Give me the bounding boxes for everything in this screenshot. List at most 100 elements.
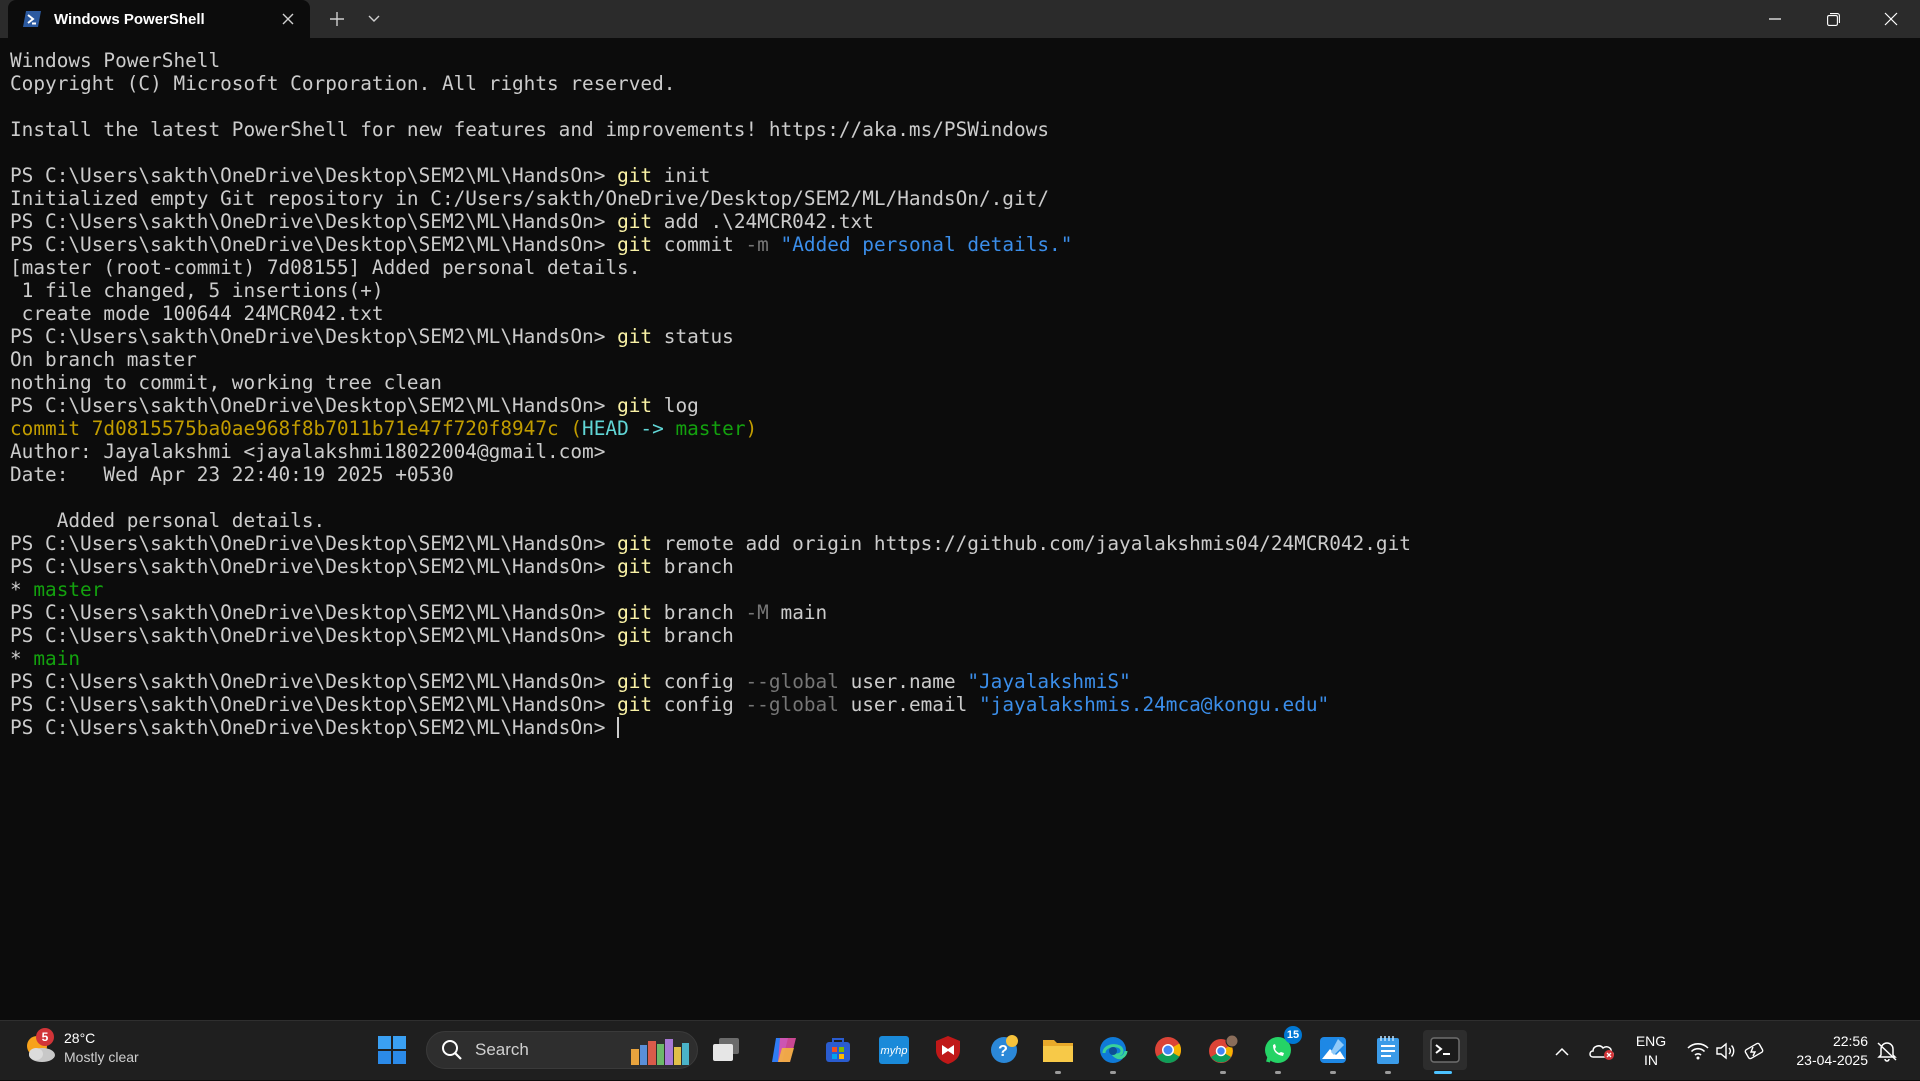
battery-charging-icon[interactable] bbox=[1740, 1021, 1768, 1081]
terminal-text-segment: PS C:\Users\sakth\OneDrive\Desktop\SEM2\… bbox=[10, 394, 618, 417]
terminal-text-segment: commit 7d0815575ba0ae968f8b7011b71e47f72… bbox=[10, 417, 583, 440]
terminal-text-segment: Copyright (C) Microsoft Corporation. All… bbox=[10, 72, 676, 95]
active-indicator bbox=[1434, 1071, 1452, 1074]
terminal-icon[interactable] bbox=[1423, 1030, 1467, 1074]
terminal-line: * main bbox=[10, 647, 1411, 670]
terminal-text-segment: user.email bbox=[838, 693, 979, 716]
running-indicator bbox=[1385, 1071, 1391, 1074]
tab-windows-powershell[interactable]: Windows PowerShell bbox=[8, 0, 310, 38]
chevron-down-icon[interactable] bbox=[356, 0, 392, 38]
help-icon[interactable]: ? bbox=[984, 1030, 1024, 1070]
terminal-text-segment: Added personal details. bbox=[10, 509, 326, 532]
terminal-text-segment: nothing to commit, working tree clean bbox=[10, 371, 442, 394]
terminal-line: nothing to commit, working tree clean bbox=[10, 371, 1411, 394]
terminal-text-segment: git bbox=[617, 532, 653, 555]
mcafee-icon[interactable] bbox=[928, 1030, 968, 1070]
terminal-text-segment: git bbox=[617, 693, 653, 716]
edge-icon[interactable] bbox=[1093, 1030, 1133, 1074]
language-indicator[interactable]: ENG IN bbox=[1628, 1021, 1674, 1081]
terminal-text-segment: PS C:\Users\sakth\OneDrive\Desktop\SEM2\… bbox=[10, 693, 618, 716]
terminal-text-segment: branch bbox=[652, 555, 734, 578]
store-icon[interactable] bbox=[818, 1030, 858, 1070]
terminal-line: Install the latest PowerShell for new fe… bbox=[10, 118, 1411, 141]
photos-icon[interactable] bbox=[1313, 1030, 1353, 1074]
terminal-text-segment: main bbox=[768, 601, 828, 624]
terminal-text-segment: git bbox=[617, 325, 653, 348]
minimize-icon[interactable] bbox=[1746, 0, 1804, 38]
terminal-text-segment: remote add origin https://github.com/jay… bbox=[652, 532, 1411, 555]
terminal-text-segment: -m bbox=[745, 233, 769, 256]
terminal-text-segment: -M bbox=[745, 601, 769, 624]
onedrive-error-icon[interactable] bbox=[1586, 1021, 1618, 1081]
whatsapp-icon[interactable]: 15 bbox=[1258, 1026, 1302, 1074]
chevron-up-icon[interactable] bbox=[1548, 1021, 1576, 1081]
weather-widget[interactable]: 5 28°C Mostly clear bbox=[22, 1028, 139, 1067]
running-indicator bbox=[1330, 1071, 1336, 1074]
terminal-text-segment: HEAD -> bbox=[582, 417, 676, 440]
terminal-text-segment: git bbox=[617, 555, 653, 578]
terminal-line: PS C:\Users\sakth\OneDrive\Desktop\SEM2\… bbox=[10, 325, 1411, 348]
terminal-text-segment: Install the latest PowerShell for new fe… bbox=[10, 118, 1049, 141]
terminal-text-segment: git bbox=[617, 624, 653, 647]
terminal-text-segment: "JayalakshmiS" bbox=[967, 670, 1131, 693]
terminal-line: create mode 100644 24MCR042.txt bbox=[10, 302, 1411, 325]
terminal-text-segment: commit bbox=[652, 233, 746, 256]
terminal-line: Added personal details. bbox=[10, 509, 1411, 532]
close-icon[interactable] bbox=[1862, 0, 1920, 38]
terminal-text-segment: config bbox=[652, 670, 746, 693]
close-tab-icon[interactable] bbox=[272, 3, 304, 35]
myhp-icon[interactable]: myhp bbox=[874, 1030, 914, 1070]
terminal-output[interactable]: Windows PowerShell Copyright (C) Microsof… bbox=[0, 38, 1920, 1020]
wifi-icon[interactable] bbox=[1684, 1021, 1712, 1081]
terminal-text-segment: On branch master bbox=[10, 348, 197, 371]
search-placeholder: Search bbox=[475, 1040, 529, 1059]
terminal-text-segment: PS C:\Users\sakth\OneDrive\Desktop\SEM2\… bbox=[10, 210, 618, 233]
terminal-line: Windows PowerShell bbox=[10, 49, 1411, 72]
terminal-text-segment: "jayalakshmis.24mca@kongu.edu" bbox=[979, 693, 1330, 716]
terminal-text-segment: config bbox=[652, 693, 746, 716]
notepad-icon[interactable] bbox=[1368, 1030, 1408, 1074]
language-code: ENG bbox=[1635, 1033, 1667, 1049]
clock[interactable]: 22:56 23-04-2025 bbox=[1770, 1021, 1868, 1081]
running-indicator bbox=[1055, 1071, 1061, 1074]
terminal-text-segment: Author: Jayalakshmi <jayalakshmi18022004… bbox=[10, 440, 606, 463]
terminal-text-segment: * bbox=[10, 647, 34, 670]
new-tab-icon[interactable] bbox=[318, 0, 356, 38]
folder-icon[interactable] bbox=[1038, 1030, 1078, 1074]
terminal-text-segment: * bbox=[10, 578, 34, 601]
task-view-icon[interactable] bbox=[706, 1030, 746, 1070]
terminal-text-segment: ) bbox=[745, 417, 758, 440]
terminal-text-segment: git bbox=[617, 233, 653, 256]
terminal-text-segment: init bbox=[652, 164, 711, 187]
weather-condition: Mostly clear bbox=[64, 1049, 139, 1065]
terminal-line: PS C:\Users\sakth\OneDrive\Desktop\SEM2\… bbox=[10, 532, 1411, 555]
chrome-profile-icon[interactable] bbox=[1203, 1030, 1243, 1074]
terminal-text-segment: [master (root-commit) 7d08155] Added per… bbox=[10, 256, 641, 279]
maximize-icon[interactable] bbox=[1804, 0, 1862, 38]
terminal-text-segment: status bbox=[652, 325, 734, 348]
terminal-line: PS C:\Users\sakth\OneDrive\Desktop\SEM2\… bbox=[10, 716, 1411, 739]
clock-date: 23-04-2025 bbox=[1796, 1052, 1868, 1068]
terminal-text-segment: create mode 100644 24MCR042.txt bbox=[10, 302, 384, 325]
windows-start-icon[interactable] bbox=[372, 1030, 412, 1070]
search-highlight-books-icon bbox=[627, 1035, 693, 1065]
search-input[interactable]: Search bbox=[426, 1031, 698, 1069]
copilot-icon[interactable] bbox=[764, 1030, 804, 1070]
terminal-line: Author: Jayalakshmi <jayalakshmi18022004… bbox=[10, 440, 1411, 463]
notification-badge: 15 bbox=[1284, 1026, 1302, 1044]
terminal-text-segment: Initialized empty Git repository in C:/U… bbox=[10, 187, 1049, 210]
chrome-icon[interactable] bbox=[1148, 1030, 1188, 1070]
title-bar: Windows PowerShell bbox=[0, 0, 1920, 38]
terminal-text-segment: PS C:\Users\sakth\OneDrive\Desktop\SEM2\… bbox=[10, 233, 618, 256]
terminal-text-segment: branch bbox=[652, 624, 734, 647]
terminal-text-segment: PS C:\Users\sakth\OneDrive\Desktop\SEM2\… bbox=[10, 624, 618, 647]
volume-icon[interactable] bbox=[1712, 1021, 1740, 1081]
svg-text:?: ? bbox=[998, 1043, 1008, 1060]
terminal-text-segment: git bbox=[617, 670, 653, 693]
terminal-lines: Windows PowerShell Copyright (C) Microsof… bbox=[10, 49, 1411, 739]
terminal-text-segment: PS C:\Users\sakth\OneDrive\Desktop\SEM2\… bbox=[10, 532, 618, 555]
terminal-text-segment: master bbox=[33, 578, 104, 601]
notification-bell-icon[interactable] bbox=[1872, 1021, 1902, 1081]
terminal-line: [master (root-commit) 7d08155] Added per… bbox=[10, 256, 1411, 279]
